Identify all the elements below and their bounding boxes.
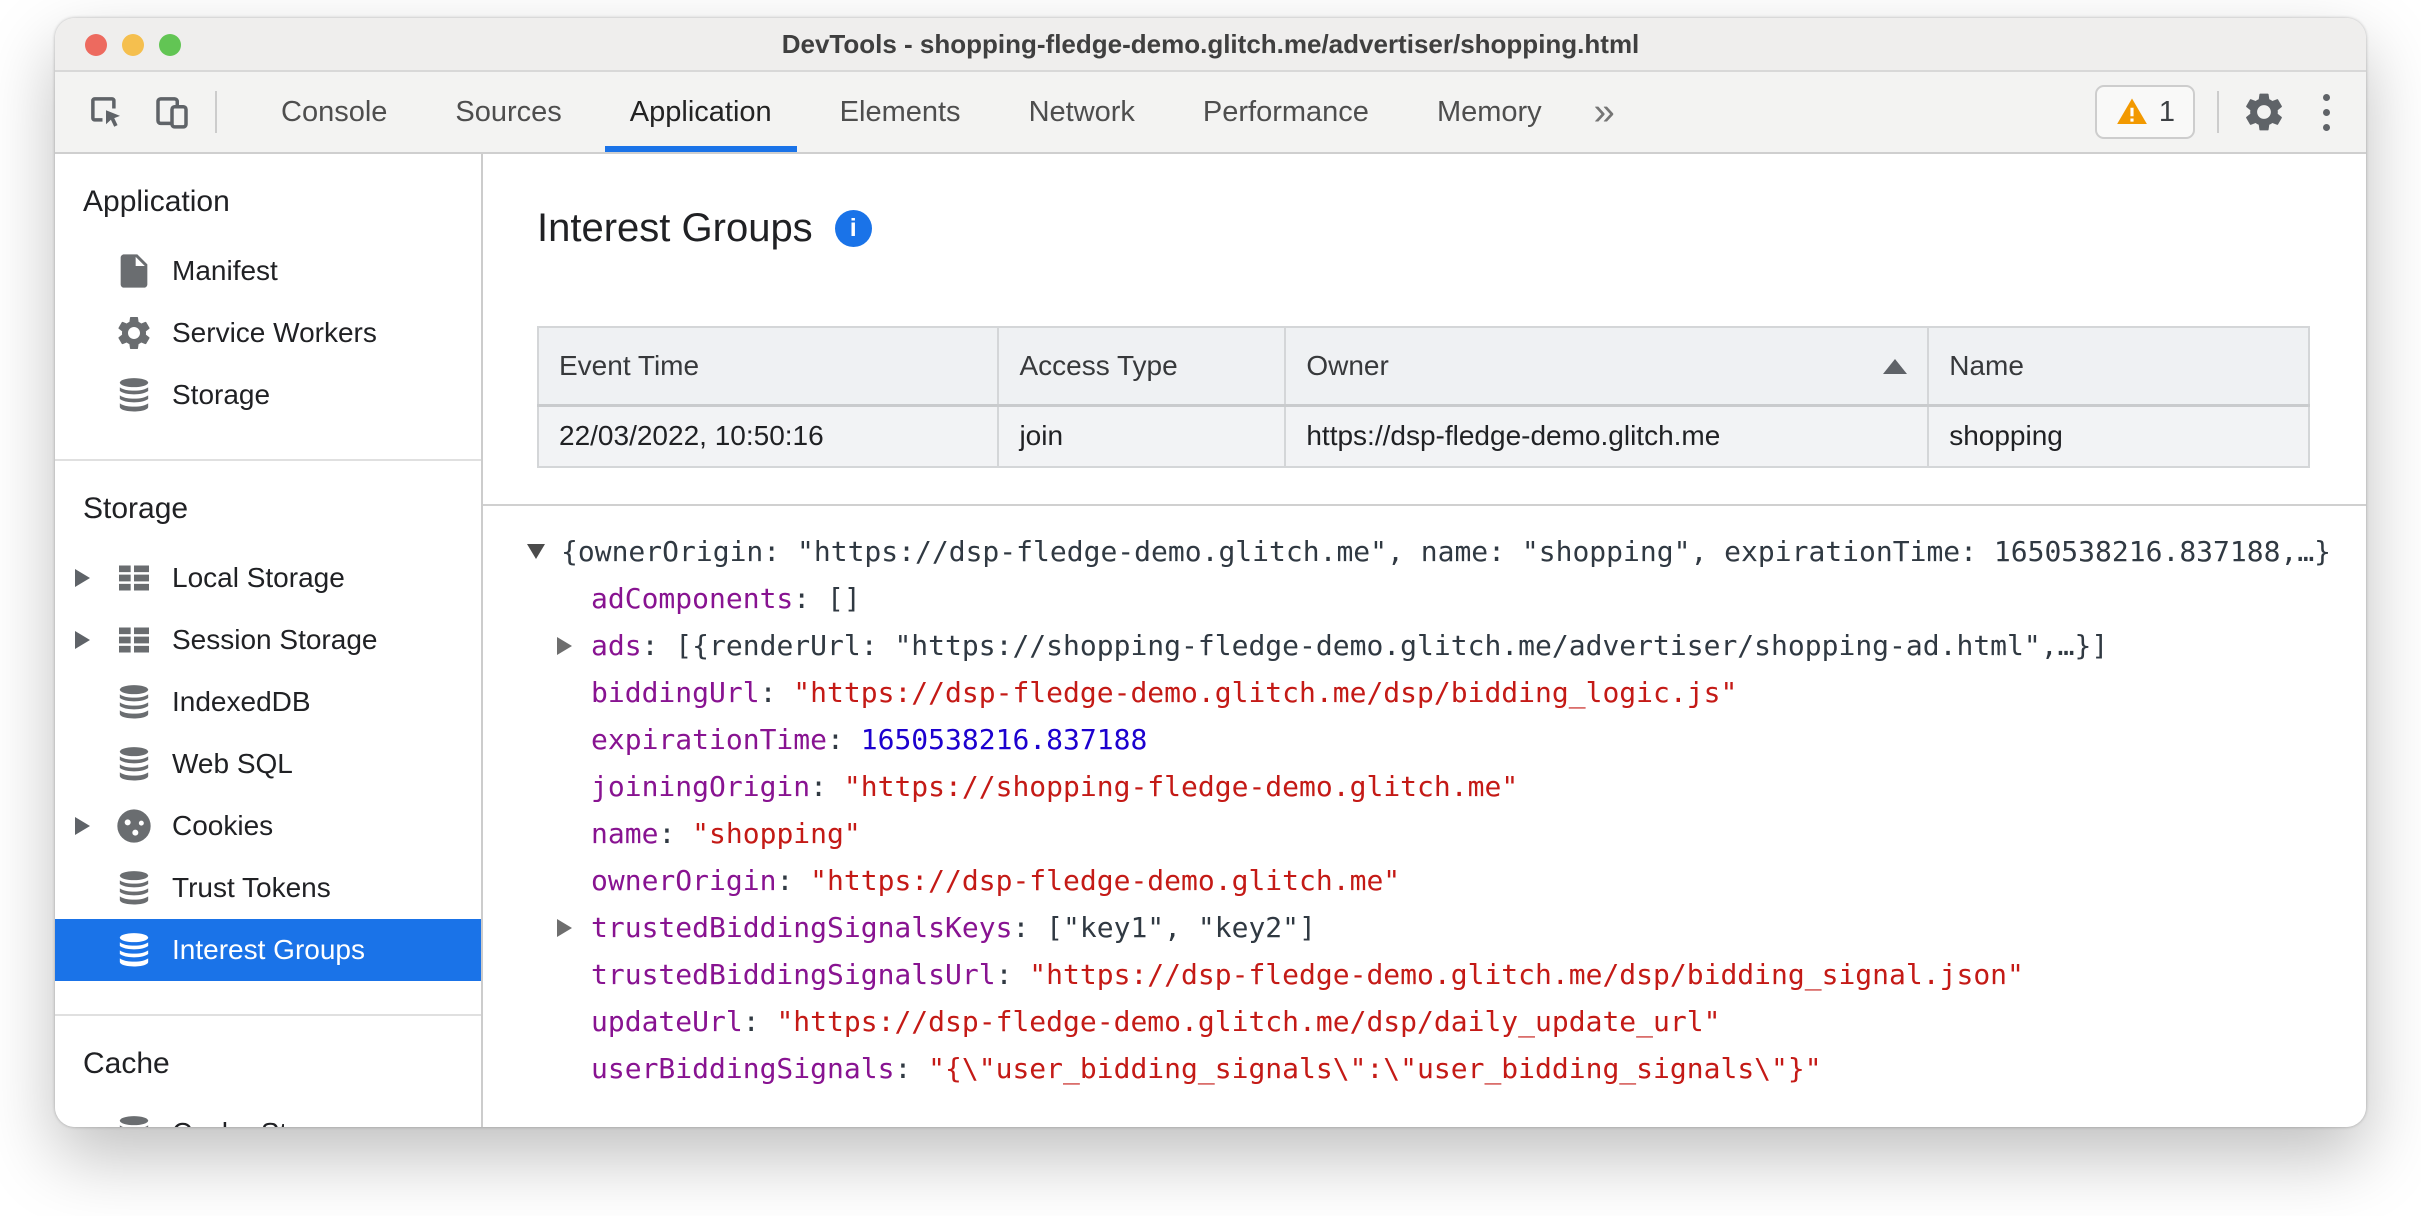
table-row[interactable]: 22/03/2022, 10:50:16 join https://dsp-fled… bbox=[536, 404, 2310, 468]
table-cell: join bbox=[997, 404, 1287, 468]
titlebar: DevTools - shopping-fledge-demo.glitch.m… bbox=[55, 18, 2366, 72]
tab-performance[interactable]: Performance bbox=[1169, 72, 1403, 152]
sidebar-item-manifest[interactable]: Manifest bbox=[55, 240, 481, 302]
column-header-access-type[interactable]: Access Type bbox=[997, 326, 1287, 407]
inspect-element-icon[interactable] bbox=[85, 91, 127, 133]
table-cell: 22/03/2022, 10:50:16 bbox=[536, 404, 1000, 468]
close-window-icon[interactable] bbox=[85, 34, 107, 56]
database-icon bbox=[113, 374, 155, 416]
cookie-icon bbox=[113, 805, 155, 847]
page-title: Interest Groups bbox=[537, 206, 813, 250]
warning-icon bbox=[2116, 98, 2147, 125]
tree-row[interactable]: {ownerOrigin: "https://dsp-fledge-demo.g… bbox=[527, 528, 2366, 575]
interest-groups-table: Event Time Access Type Owner Name 22/03/202… bbox=[536, 326, 2310, 468]
collapse-caret-icon[interactable] bbox=[527, 544, 545, 559]
panel-tabs: Console Sources Application Elements Network… bbox=[247, 72, 1576, 152]
sidebar-item-interest-groups[interactable]: Interest Groups bbox=[55, 919, 481, 981]
expand-caret-icon[interactable] bbox=[75, 817, 90, 835]
devtools-window: DevTools - shopping-fledge-demo.glitch.m… bbox=[55, 18, 2366, 1127]
sidebar-item-web-sql[interactable]: Web SQL bbox=[55, 733, 481, 795]
database-icon bbox=[113, 929, 155, 971]
sidebar-section-application: Application Manifest Service Workers Sto… bbox=[55, 154, 481, 459]
tab-network[interactable]: Network bbox=[995, 72, 1169, 152]
tree-row[interactable]: adComponents: [] bbox=[527, 575, 2366, 622]
interest-groups-panel: Interest Groups i Event Time Access Type O… bbox=[483, 154, 2366, 1127]
sidebar-section-title: Storage bbox=[83, 492, 189, 525]
column-header-owner[interactable]: Owner bbox=[1284, 326, 1930, 407]
application-sidebar: Application Manifest Service Workers Sto… bbox=[55, 154, 483, 1127]
table-icon bbox=[113, 619, 155, 661]
settings-gear-icon[interactable] bbox=[2241, 89, 2287, 135]
toolbar-separator bbox=[215, 91, 217, 133]
maximize-window-icon[interactable] bbox=[159, 34, 181, 56]
tree-row[interactable]: trustedBiddingSignalsUrl: "https://dsp-f… bbox=[527, 951, 2366, 998]
tree-row[interactable]: userBiddingSignals: "{\"user_bidding_sig… bbox=[527, 1045, 2366, 1092]
tree-row[interactable]: name: "shopping" bbox=[527, 810, 2366, 857]
issues-badge[interactable]: 1 bbox=[2094, 85, 2195, 139]
tree-row[interactable]: ads: [{renderUrl: "https://shopping-fled… bbox=[527, 622, 2366, 669]
table-icon bbox=[113, 557, 155, 599]
sidebar-item-cache-storage[interactable]: Cache Storage bbox=[55, 1102, 481, 1127]
gear-icon bbox=[113, 312, 155, 354]
sidebar-section-cache: Cache Cache Storage bbox=[55, 1014, 481, 1127]
document-icon bbox=[113, 250, 155, 292]
sidebar-item-session-storage[interactable]: Session Storage bbox=[55, 609, 481, 671]
column-header-name[interactable]: Name bbox=[1927, 326, 2310, 407]
sidebar-item-storage[interactable]: Storage bbox=[55, 364, 481, 426]
tree-row[interactable]: biddingUrl: "https://dsp-fledge-demo.gli… bbox=[527, 669, 2366, 716]
expand-caret-icon[interactable] bbox=[75, 631, 90, 649]
minimize-window-icon[interactable] bbox=[122, 34, 144, 56]
window-title: DevTools - shopping-fledge-demo.glitch.m… bbox=[781, 28, 1640, 59]
devtools-toolbar: Console Sources Application Elements Network… bbox=[55, 72, 2366, 154]
sidebar-item-service-workers[interactable]: Service Workers bbox=[55, 302, 481, 364]
database-icon bbox=[113, 1112, 155, 1127]
column-header-event-time[interactable]: Event Time bbox=[536, 326, 1000, 407]
database-icon bbox=[113, 681, 155, 723]
tree-row[interactable]: expirationTime: 1650538216.837188 bbox=[527, 716, 2366, 763]
tree-row[interactable]: ownerOrigin: "https://dsp-fledge-demo.gl… bbox=[527, 857, 2366, 904]
sidebar-item-trust-tokens[interactable]: Trust Tokens bbox=[55, 857, 481, 919]
table-cell: shopping bbox=[1927, 404, 2310, 468]
tree-row[interactable]: trustedBiddingSignalsKeys: ["key1", "key… bbox=[527, 904, 2366, 951]
expand-caret-icon[interactable] bbox=[557, 918, 572, 937]
toolbar-separator bbox=[2217, 91, 2219, 133]
database-icon bbox=[113, 743, 155, 785]
traffic-lights bbox=[85, 34, 181, 56]
tree-row[interactable]: updateUrl: "https://dsp-fledge-demo.glit… bbox=[527, 998, 2366, 1045]
table-cell: https://dsp-fledge-demo.glitch.me bbox=[1284, 404, 1930, 468]
more-options-icon[interactable] bbox=[2313, 93, 2340, 131]
sidebar-item-indexeddb[interactable]: IndexedDB bbox=[55, 671, 481, 733]
sidebar-item-local-storage[interactable]: Local Storage bbox=[55, 547, 481, 609]
sidebar-section-storage: Storage Local Storage Session Storage In… bbox=[55, 459, 481, 1014]
device-toolbar-icon[interactable] bbox=[151, 91, 193, 133]
tab-console[interactable]: Console bbox=[247, 72, 421, 152]
tab-sources[interactable]: Sources bbox=[421, 72, 595, 152]
tab-elements[interactable]: Elements bbox=[806, 72, 995, 152]
interest-group-details-tree: {ownerOrigin: "https://dsp-fledge-demo.g… bbox=[483, 504, 2366, 1127]
expand-caret-icon[interactable] bbox=[557, 636, 572, 655]
info-icon[interactable]: i bbox=[834, 209, 872, 247]
sidebar-section-title: Application bbox=[83, 185, 230, 218]
sort-ascending-icon bbox=[1883, 358, 1908, 374]
sidebar-section-title: Cache bbox=[83, 1047, 170, 1080]
more-tabs-icon[interactable]: » bbox=[1576, 72, 1633, 152]
tree-row[interactable]: joiningOrigin: "https://shopping-fledge-… bbox=[527, 763, 2366, 810]
sidebar-item-cookies[interactable]: Cookies bbox=[55, 795, 481, 857]
tab-memory[interactable]: Memory bbox=[1403, 72, 1576, 152]
tab-application[interactable]: Application bbox=[596, 72, 806, 152]
issues-count: 1 bbox=[2158, 95, 2175, 128]
expand-caret-icon[interactable] bbox=[75, 569, 90, 587]
database-icon bbox=[113, 867, 155, 909]
